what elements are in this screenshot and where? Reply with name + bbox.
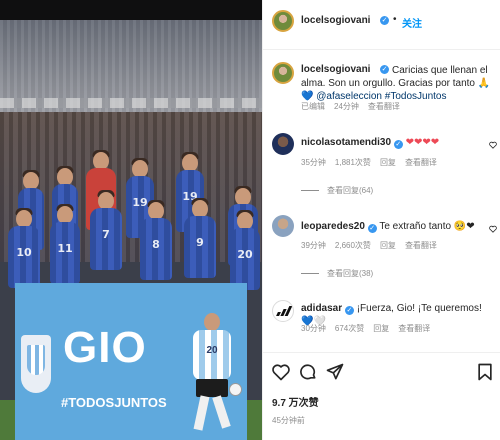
adidas-logo-icon bbox=[276, 306, 293, 316]
comment-text: Te extraño tanto 🥺❤ bbox=[379, 221, 475, 232]
post-action-bar bbox=[263, 352, 500, 392]
player: 9 bbox=[184, 198, 216, 286]
banner-hashtag: #TODOSJUNTOS bbox=[61, 395, 167, 410]
caption-avatar[interactable] bbox=[272, 62, 294, 84]
verified-badge-icon: ✓ bbox=[393, 140, 403, 149]
comment-likes[interactable]: 2,660次赞 bbox=[335, 241, 371, 250]
view-replies-label[interactable]: 查看回复(64) bbox=[327, 186, 373, 195]
comment-username[interactable]: leoparedes20 bbox=[301, 221, 365, 232]
comment-username[interactable]: nicolasotamendi30 bbox=[301, 137, 391, 148]
comment-avatar[interactable] bbox=[272, 215, 294, 237]
player: 10 bbox=[8, 208, 40, 290]
caption-translate[interactable]: 查看翻译 bbox=[368, 102, 400, 111]
post-time: 45分钟前 bbox=[272, 416, 305, 425]
player: 8 bbox=[140, 200, 172, 286]
verified-badge-icon: ✓ bbox=[367, 224, 377, 233]
comment-meta: 30分钟 674次赞 回复 查看翻译 bbox=[301, 323, 439, 334]
player-number: 8 bbox=[152, 238, 160, 251]
heart-icon[interactable] bbox=[271, 362, 291, 382]
post-header: locelsogiovani ✓ • 关注 bbox=[263, 0, 500, 50]
football-icon bbox=[229, 383, 242, 396]
player: 11 bbox=[50, 204, 80, 286]
verified-badge-icon: ✓ bbox=[344, 306, 354, 315]
reply-button[interactable]: 回复 bbox=[373, 324, 389, 333]
comment-text: ❤❤❤❤ bbox=[405, 137, 440, 148]
view-replies-label[interactable]: 查看回复(38) bbox=[327, 269, 373, 278]
gio-banner: GIO #TODOSJUNTOS 20 bbox=[15, 283, 247, 440]
like-comment-icon[interactable] bbox=[489, 141, 497, 149]
header-separator: • bbox=[393, 14, 397, 25]
comment: leoparedes20 ✓ Te extraño tanto 🥺❤ bbox=[301, 220, 481, 233]
post-photo[interactable]: 19 19 10 11 7 8 9 20 GIO #TODOSJUNTOS 20 bbox=[0, 0, 262, 440]
comment-translate[interactable]: 查看翻译 bbox=[398, 324, 430, 333]
header-username[interactable]: locelsogiovani bbox=[301, 15, 370, 26]
afa-crest-icon bbox=[21, 335, 51, 393]
player-number: 7 bbox=[102, 228, 110, 241]
comment-icon[interactable] bbox=[298, 362, 318, 382]
view-replies-button[interactable]: 查看回复(38) bbox=[301, 268, 373, 279]
comment-username[interactable]: adidasar bbox=[301, 303, 342, 314]
reply-button[interactable]: 回复 bbox=[380, 241, 396, 250]
follow-button[interactable]: 关注 bbox=[402, 15, 422, 30]
avatar[interactable] bbox=[272, 10, 294, 32]
comment-likes[interactable]: 1,881次赞 bbox=[335, 158, 371, 167]
player-number: 11 bbox=[57, 242, 73, 255]
photo-top-bar bbox=[0, 0, 262, 20]
caption-text: Caricias que llenan el alma. Son un orgu… bbox=[301, 64, 495, 103]
comment-time: 39分钟 bbox=[301, 241, 326, 250]
reply-button[interactable]: 回复 bbox=[380, 158, 396, 167]
player-number: 10 bbox=[16, 246, 32, 259]
comment-avatar[interactable] bbox=[272, 133, 294, 155]
banner-title: GIO bbox=[63, 323, 147, 372]
caption-meta: 已编辑 24分钟 查看翻译 bbox=[301, 101, 409, 112]
like-comment-icon[interactable] bbox=[489, 225, 497, 233]
bookmark-icon[interactable] bbox=[475, 362, 495, 382]
comment-meta: 39分钟 2,660次赞 回复 查看翻译 bbox=[301, 240, 446, 251]
share-icon[interactable] bbox=[325, 362, 345, 382]
player-number: 9 bbox=[196, 236, 204, 249]
comment-translate[interactable]: 查看翻译 bbox=[405, 158, 437, 167]
caption-time: 24分钟 bbox=[334, 102, 359, 111]
comment-meta: 35分钟 1,881次赞 回复 查看翻译 bbox=[301, 157, 446, 168]
comment-avatar[interactable] bbox=[272, 300, 294, 322]
like-count[interactable]: 9.7 万次赞 bbox=[272, 394, 319, 409]
comment: nicolasotamendi30 ✓ ❤❤❤❤ bbox=[301, 136, 481, 149]
edited-status: 已编辑 bbox=[301, 102, 325, 111]
post-details-panel: locelsogiovani ✓ • 关注 locelsogiovani ✓ C… bbox=[262, 0, 500, 440]
stadium-lights bbox=[0, 98, 262, 108]
player-number: 20 bbox=[237, 248, 253, 261]
verified-badge-icon: ✓ bbox=[380, 16, 389, 25]
banner-player-number: 20 bbox=[206, 345, 218, 356]
banner-player: 20 bbox=[187, 313, 237, 433]
comment-time: 35分钟 bbox=[301, 158, 326, 167]
view-replies-button[interactable]: 查看回复(64) bbox=[301, 185, 373, 196]
comment-time: 30分钟 bbox=[301, 324, 326, 333]
player: 7 bbox=[90, 190, 122, 284]
comment-translate[interactable]: 查看翻译 bbox=[405, 241, 437, 250]
comment-likes[interactable]: 674次赞 bbox=[335, 324, 364, 333]
player: 20 bbox=[230, 210, 260, 292]
